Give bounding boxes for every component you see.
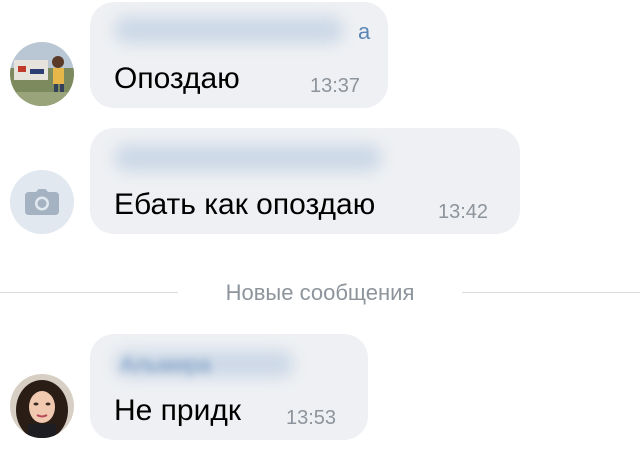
message-bubble[interactable]: Ебать как опоздаю 13:42 (90, 128, 520, 234)
sender-name-blurred (114, 16, 344, 44)
message-time: 13:53 (286, 407, 337, 429)
new-messages-divider: Новые сообщения (225, 280, 415, 305)
user-avatar[interactable] (10, 170, 74, 234)
message-time: 13:37 (310, 75, 361, 97)
chat-view: а Опоздаю 13:37 Ебать как опоздаю 13:42 … (0, 0, 640, 454)
user-photo-icon (10, 374, 74, 438)
message-text: Не придк (114, 394, 242, 427)
sender-name: Альмира (120, 352, 211, 377)
camera-icon (25, 189, 59, 215)
sender-name-blurred (114, 144, 382, 172)
message-time: 13:42 (438, 201, 489, 223)
divider-line-left (0, 292, 178, 293)
sender-name: а (358, 19, 371, 44)
message-text: Ебать как опоздаю (114, 188, 376, 221)
message-bubble[interactable]: Альмира Не придк 13:53 (90, 334, 368, 440)
user-photo-icon (10, 42, 74, 106)
message-text: Опоздаю (114, 62, 240, 95)
message-bubble[interactable]: а Опоздаю 13:37 (90, 2, 388, 108)
divider-line-right (462, 292, 640, 293)
user-avatar[interactable] (10, 42, 74, 106)
user-avatar[interactable] (10, 374, 74, 438)
